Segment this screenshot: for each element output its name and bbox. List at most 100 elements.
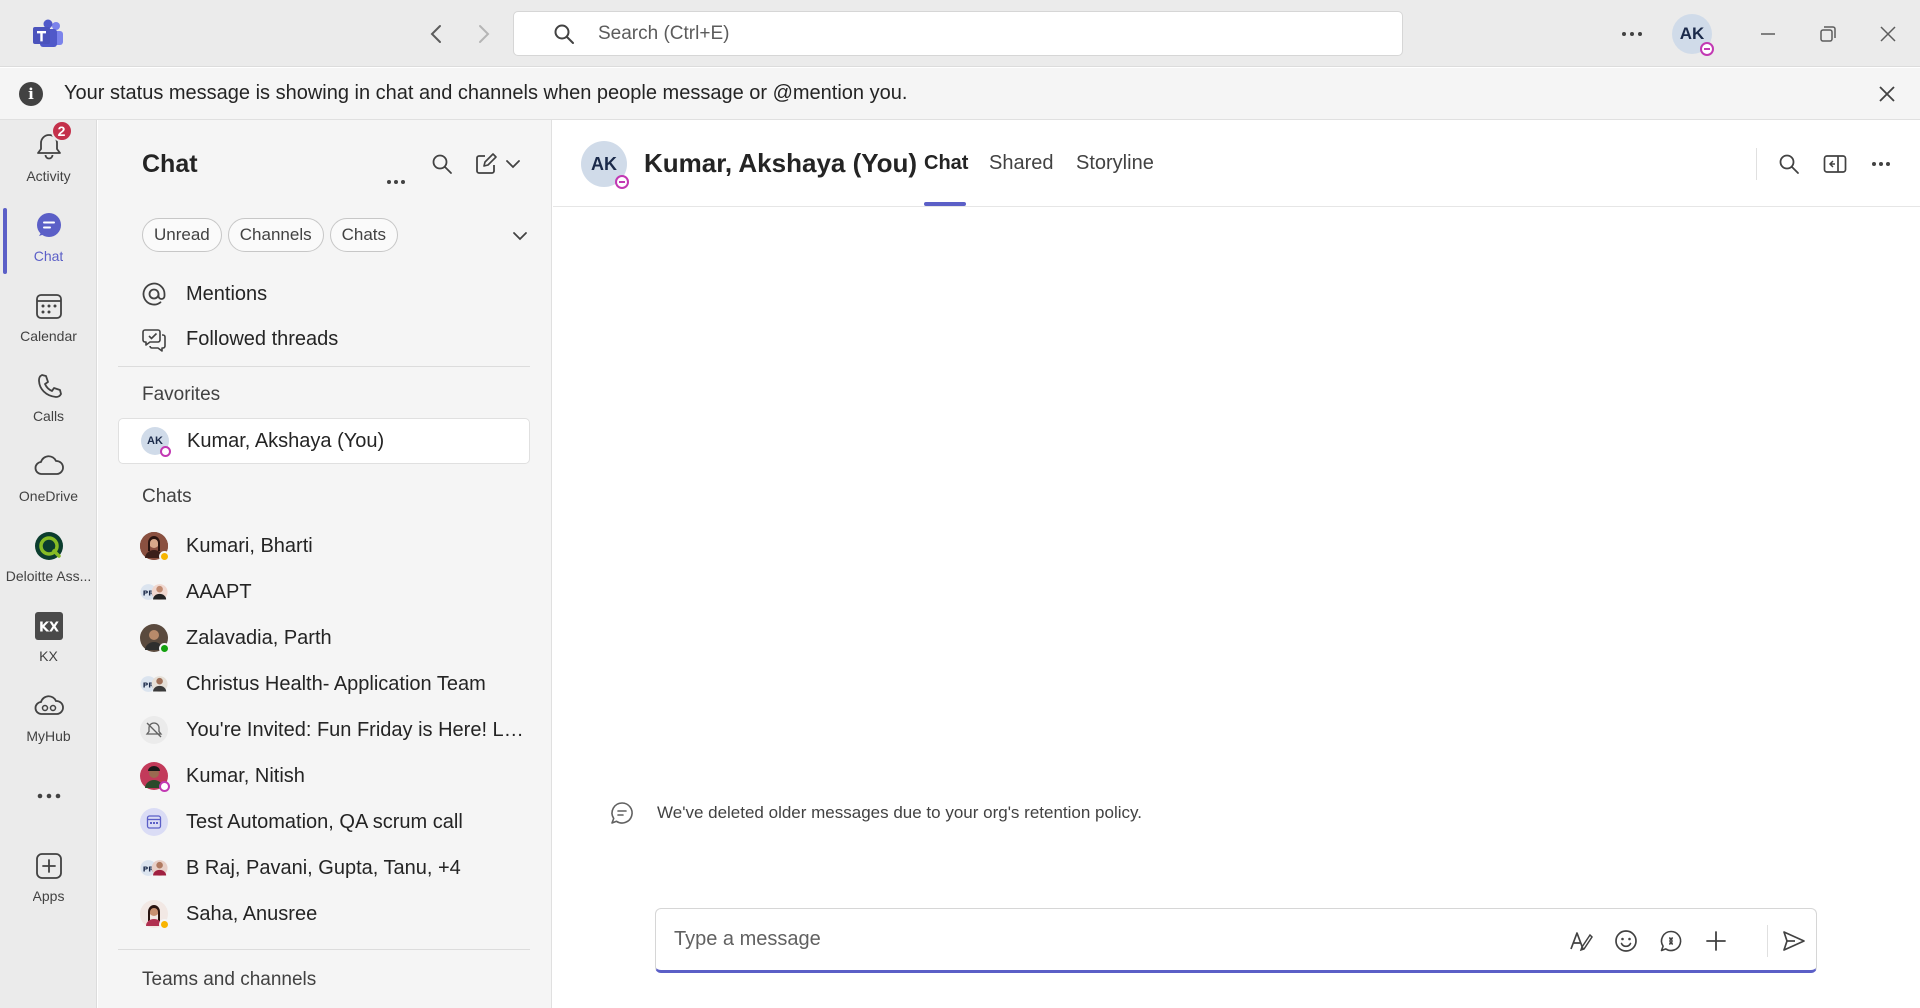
search-bar[interactable]	[513, 11, 1403, 56]
bell-icon: 2	[31, 120, 73, 164]
retention-notice-text: We've deleted older messages due to your…	[657, 803, 1142, 822]
filter-chats[interactable]: Chats	[329, 218, 399, 252]
emoji-icon[interactable]	[1608, 923, 1644, 959]
presence-available-icon	[159, 643, 170, 654]
chat-item-zalavadia-parth[interactable]: Zalavadia, Parth	[118, 616, 530, 660]
chat-name: Test Automation, QA scrum call	[186, 810, 463, 833]
chat-item-kumar-nitish[interactable]: Kumar, Nitish	[118, 754, 530, 798]
chat-avatar: AK	[141, 427, 171, 457]
close-window-icon[interactable]	[1868, 14, 1908, 54]
new-chat-dropdown-icon[interactable]	[500, 146, 526, 182]
rail-item-more-apps[interactable]	[0, 778, 97, 850]
rail-item-deloitte-assistant[interactable]: Deloitte Ass...	[0, 528, 97, 600]
banner-text: Your status message is showing in chat a…	[64, 82, 908, 104]
presence-away-icon	[159, 551, 170, 562]
divider	[118, 949, 530, 950]
rail-label: KX	[39, 648, 58, 664]
conversation-avatar[interactable]: AK	[581, 141, 629, 189]
attach-plus-icon[interactable]	[1698, 923, 1734, 959]
new-chat-icon[interactable]	[468, 146, 504, 182]
add-app-icon	[31, 848, 67, 884]
chat-name: Christus Health- Application Team	[186, 672, 486, 695]
group-avatar: PR	[140, 670, 168, 698]
chat-bubble-icon	[609, 800, 635, 826]
rail-item-myhub[interactable]: MyHub	[0, 688, 97, 760]
profile-avatar[interactable]: AK	[1672, 14, 1714, 56]
restore-window-icon[interactable]	[1808, 14, 1848, 54]
chat-list-more-icon[interactable]	[378, 164, 414, 200]
conversation-search-icon[interactable]	[1771, 146, 1807, 182]
filter-chips: Unread Channels Chats	[142, 218, 399, 252]
forward-arrow-icon[interactable]	[466, 16, 502, 52]
group-avatar: PR	[140, 578, 168, 606]
activity-badge: 2	[50, 120, 73, 142]
person-photo-avatar	[140, 762, 170, 792]
rail-item-kx[interactable]: KX KX	[0, 608, 97, 680]
presence-out-of-office-icon	[159, 781, 170, 792]
tab-shared[interactable]: Shared	[989, 152, 1054, 175]
rail-item-activity[interactable]: 2 Activity	[0, 120, 97, 200]
header-divider	[1756, 148, 1757, 180]
chat-name: Kumar, Nitish	[186, 764, 305, 787]
chat-item-test-automation[interactable]: Test Automation, QA scrum call	[118, 800, 530, 844]
rail-label: MyHub	[26, 728, 71, 744]
conversation-title: Kumar, Akshaya (You)	[644, 148, 918, 178]
open-side-panel-icon[interactable]	[1817, 146, 1853, 182]
deloitte-icon	[31, 528, 67, 564]
title-bar: AK	[0, 0, 1920, 67]
filter-unread[interactable]: Unread	[142, 218, 222, 252]
send-icon[interactable]	[1776, 923, 1812, 959]
more-options-icon[interactable]	[1614, 16, 1650, 52]
loop-component-icon[interactable]	[1653, 923, 1689, 959]
chat-list-search-icon[interactable]	[424, 146, 460, 182]
rail-item-calls[interactable]: Calls	[0, 368, 97, 440]
chat-item-christus-health[interactable]: PR Christus Health- Application Team	[118, 662, 530, 706]
kx-icon: KX	[31, 608, 67, 644]
banner-close-icon[interactable]	[1874, 81, 1900, 107]
person-photo-avatar	[140, 900, 170, 930]
filters-expand-chevron-icon[interactable]	[504, 220, 536, 252]
presence-away-icon	[159, 919, 170, 930]
rail-label: Deloitte Ass...	[5, 568, 92, 584]
profile-avatar-initials: AK	[1679, 24, 1705, 43]
retention-notice: We've deleted older messages due to your…	[609, 800, 1142, 826]
chat-item-fun-friday-invite[interactable]: You're Invited: Fun Friday is Here! Let.…	[118, 708, 530, 752]
rail-item-chat[interactable]: Chat	[0, 208, 97, 280]
chat-item-kumari-bharti[interactable]: Kumari, Bharti	[118, 524, 530, 568]
chat-item-b-raj-group[interactable]: PR B Raj, Pavani, Gupta, Tanu, +4	[118, 846, 530, 890]
calendar-icon	[31, 288, 67, 324]
search-icon	[552, 22, 576, 46]
message-composer[interactable]	[655, 908, 1817, 973]
quick-link-label: Followed threads	[186, 327, 339, 350]
favorites-section-header[interactable]: Favorites	[142, 384, 220, 406]
divider	[118, 366, 530, 367]
tab-storyline[interactable]: Storyline	[1076, 152, 1154, 175]
back-arrow-icon[interactable]	[418, 16, 454, 52]
rail-item-onedrive[interactable]: OneDrive	[0, 448, 97, 520]
rail-item-apps[interactable]: Apps	[0, 848, 97, 920]
rail-label: OneDrive	[18, 488, 79, 504]
quick-link-followed-threads[interactable]: Followed threads	[118, 317, 530, 361]
rail-label: Calendar	[20, 328, 77, 344]
chat-item-saha-anusree[interactable]: Saha, Anusree	[118, 892, 530, 936]
message-input[interactable]	[674, 928, 1554, 951]
chat-item-aaapt[interactable]: PR AAAPT	[118, 570, 530, 614]
status-message-banner: i Your status message is showing in chat…	[0, 68, 1920, 120]
phone-icon	[31, 368, 67, 404]
rail-item-calendar[interactable]: Calendar	[0, 288, 97, 360]
tab-chat[interactable]: Chat	[924, 152, 968, 175]
teams-channels-section-header[interactable]: Teams and channels	[142, 969, 316, 991]
filter-channels[interactable]: Channels	[227, 218, 324, 252]
rail-label: Activity	[26, 168, 71, 184]
favorite-chat-self[interactable]: AK Kumar, Akshaya (You)	[118, 418, 530, 464]
composer-divider	[1767, 925, 1768, 957]
quick-link-mentions[interactable]: Mentions	[118, 272, 530, 316]
rail-label: Calls	[32, 408, 65, 424]
format-text-icon[interactable]	[1563, 923, 1599, 959]
followed-threads-icon	[140, 325, 168, 353]
search-input[interactable]	[598, 22, 1298, 45]
chat-name: Kumar, Akshaya (You)	[187, 429, 385, 452]
chats-section-header[interactable]: Chats	[142, 486, 192, 508]
conversation-more-icon[interactable]	[1863, 146, 1899, 182]
minimize-icon[interactable]	[1748, 14, 1788, 54]
